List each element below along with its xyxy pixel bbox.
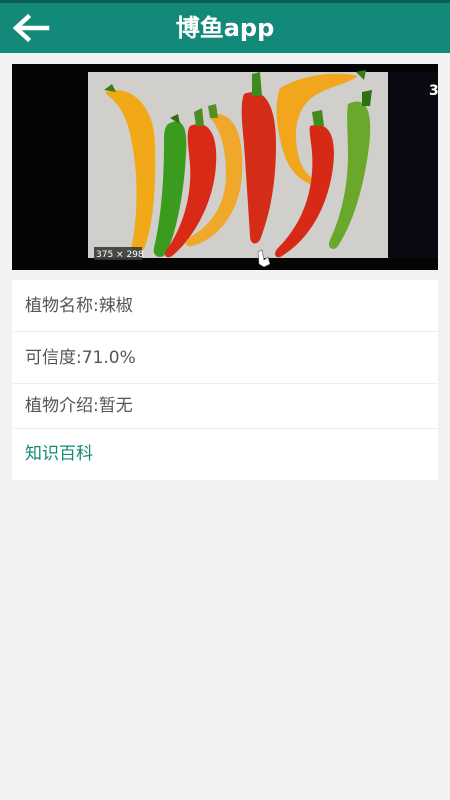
encyclopedia-link[interactable]: 知识百科 xyxy=(12,429,438,480)
plant-photo: 375 × 298 3 xyxy=(12,64,438,270)
result-card: 植物名称:辣椒 可信度:71.0% 植物介绍:暂无 知识百科 xyxy=(12,280,438,480)
edge-glyph: 3 xyxy=(429,83,438,99)
page-title: 博鱼app xyxy=(175,14,275,42)
plant-name-label: 植物名称:辣椒 xyxy=(12,280,438,332)
app-bar: 博鱼app xyxy=(0,0,450,53)
image-size-caption: 375 × 298 xyxy=(96,250,144,260)
confidence-label: 可信度:71.0% xyxy=(12,332,438,384)
plant-description-label: 植物介绍:暂无 xyxy=(12,384,438,429)
